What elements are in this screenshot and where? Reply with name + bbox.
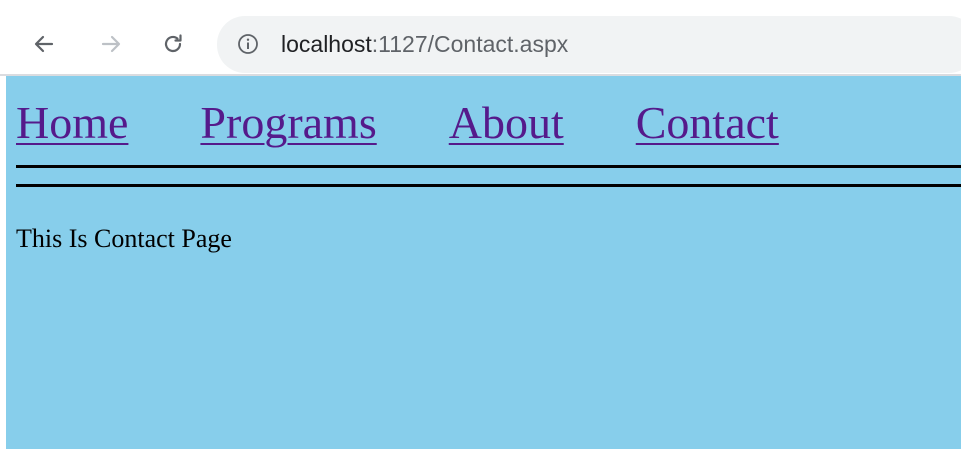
nav-link-programs[interactable]: Programs <box>200 96 376 150</box>
main-nav: Home Programs About Contact <box>16 96 851 150</box>
nav-link-about[interactable]: About <box>449 96 564 150</box>
nav-link-contact[interactable]: Contact <box>636 96 779 150</box>
address-bar[interactable]: localhost:1127/Contact.aspx <box>217 16 961 73</box>
horizontal-rule <box>16 165 961 168</box>
horizontal-rule <box>16 184 961 187</box>
url-host: localhost <box>281 31 372 57</box>
page-body-text: This Is Contact Page <box>16 224 232 253</box>
info-circle-icon[interactable] <box>237 33 259 55</box>
reload-icon <box>164 34 182 53</box>
forward-button[interactable] <box>93 26 129 62</box>
reload-button[interactable] <box>155 26 191 62</box>
url-text[interactable]: localhost:1127/Contact.aspx <box>281 29 568 59</box>
arrow-left-icon <box>34 35 54 53</box>
url-path: :1127/Contact.aspx <box>371 31 569 57</box>
top-cropped-strip <box>0 0 961 8</box>
back-button[interactable] <box>26 26 62 62</box>
browser-toolbar: localhost:1127/Contact.aspx <box>0 8 961 76</box>
nav-link-home[interactable]: Home <box>16 96 128 150</box>
arrow-right-icon <box>101 35 121 53</box>
page-viewport: Home Programs About Contact This Is Cont… <box>6 76 961 449</box>
